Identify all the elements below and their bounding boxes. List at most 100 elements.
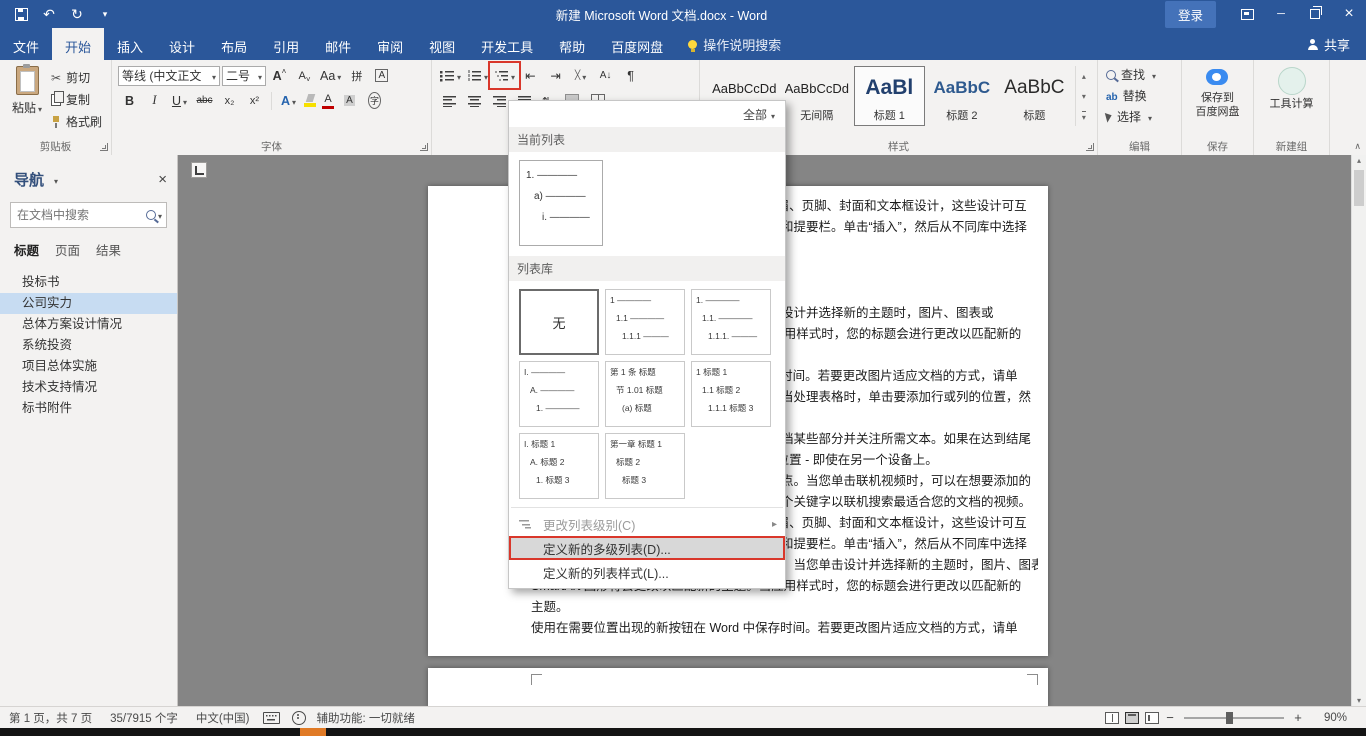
scroll-up-icon[interactable] (1352, 156, 1366, 165)
tab-layout[interactable]: 布局 (208, 28, 260, 60)
strikethrough-button[interactable] (193, 90, 216, 111)
paste-button[interactable]: 粘贴 (3, 63, 51, 131)
tab-file[interactable]: 文件 (0, 28, 52, 60)
tab-design[interactable]: 设计 (156, 28, 208, 60)
share-button[interactable]: 共享 (1307, 28, 1366, 60)
character-border-button[interactable] (370, 65, 393, 86)
zoom-slider-thumb[interactable] (1226, 711, 1233, 724)
cut-button[interactable]: 剪切 (51, 68, 102, 87)
nav-tab-pages[interactable]: 页面 (55, 240, 80, 259)
numbering-button[interactable] (465, 65, 490, 86)
tool-calculate-button[interactable]: 工具计算 (1257, 63, 1326, 111)
font-family-combo[interactable]: 等线 (中文正文 (118, 65, 220, 86)
list-style-option[interactable]: I. 标题 1 A. 标题 2 1. 标题 3 (519, 433, 599, 499)
style-heading-1[interactable]: AaBl 标题 1 (854, 66, 925, 126)
web-layout-icon[interactable] (1145, 711, 1159, 724)
accessibility-status[interactable]: 辅助功能: 一切就绪 (308, 710, 424, 726)
tab-help[interactable]: 帮助 (546, 28, 598, 60)
tab-references[interactable]: 引用 (260, 28, 312, 60)
undo-icon[interactable] (36, 1, 62, 27)
decrease-indent-button[interactable] (519, 65, 542, 86)
navigation-close-icon[interactable] (158, 171, 167, 188)
subscript-button[interactable] (218, 90, 241, 111)
styles-more-icon[interactable] (1076, 106, 1092, 126)
align-left-button[interactable] (438, 90, 461, 111)
underline-button[interactable] (168, 90, 191, 111)
grow-font-button[interactable] (268, 65, 291, 86)
format-painter-button[interactable]: 格式刷 (51, 112, 102, 131)
nav-tab-headings[interactable]: 标题 (14, 240, 39, 259)
vertical-scrollbar[interactable] (1351, 155, 1366, 706)
italic-button[interactable] (143, 90, 166, 111)
zoom-out-icon[interactable] (1162, 710, 1178, 725)
define-new-list-style-item[interactable]: 定义新的列表样式(L)... (509, 560, 785, 584)
sort-button[interactable] (594, 65, 617, 86)
style-title[interactable]: AaBbC 标题 (999, 66, 1070, 126)
sign-in-button[interactable]: 登录 (1164, 0, 1216, 28)
asian-layout-button[interactable] (569, 65, 592, 86)
find-button[interactable]: 查找 (1101, 65, 1178, 84)
enclose-characters-button[interactable] (363, 90, 386, 111)
restore-button[interactable] (1298, 0, 1332, 28)
list-style-option[interactable]: 1 ———— 1.1 ———— 1.1.1 ——— (605, 289, 685, 355)
tab-home[interactable]: 开始 (52, 28, 105, 60)
tab-insert[interactable]: 插入 (104, 28, 156, 60)
style-no-spacing[interactable]: AaBbCcDd 无间隔 (782, 66, 853, 126)
ribbon-display-options-icon[interactable] (1230, 0, 1264, 28)
scroll-down-icon[interactable] (1352, 696, 1366, 705)
page-indicator[interactable]: 第 1 页，共 7 页 (0, 710, 101, 726)
search-input[interactable] (11, 208, 146, 222)
print-layout-icon[interactable] (1125, 711, 1139, 724)
character-shading-button[interactable] (338, 90, 361, 111)
list-style-option[interactable]: 1. ———— 1.1. ———— 1.1.1. ——— (691, 289, 771, 355)
navigation-menu-arrow-icon[interactable] (54, 171, 58, 189)
text-effects-button[interactable] (277, 90, 300, 111)
list-style-none[interactable]: 无 (519, 289, 599, 355)
shrink-font-button[interactable] (293, 65, 316, 86)
nav-tab-results[interactable]: 结果 (96, 240, 121, 259)
tab-review[interactable]: 审阅 (364, 28, 416, 60)
search-icon[interactable] (145, 210, 156, 220)
word-count[interactable]: 35/7915 个字 (101, 710, 187, 726)
nav-heading-item[interactable]: 投标书 (0, 272, 177, 293)
scrollbar-thumb[interactable] (1354, 170, 1364, 206)
read-mode-icon[interactable] (1105, 711, 1119, 724)
nav-heading-item-selected[interactable]: 公司实力 (0, 293, 177, 314)
superscript-button[interactable] (243, 90, 266, 111)
nav-heading-item[interactable]: 项目总体实施 (0, 356, 177, 377)
nav-heading-item[interactable]: 系统投资 (0, 335, 177, 356)
close-button[interactable] (1332, 0, 1366, 28)
list-filter-dropdown[interactable]: 全部 (509, 101, 785, 125)
styles-scroll-down-icon[interactable] (1076, 86, 1092, 106)
language-indicator[interactable]: 中文(中国) (187, 710, 259, 726)
list-style-option[interactable]: I. ———— A. ———— 1. ———— (519, 361, 599, 427)
zoom-level[interactable]: 90% (1306, 712, 1356, 724)
tab-developer[interactable]: 开发工具 (468, 28, 546, 60)
tell-me-search[interactable]: 操作说明搜索 (676, 28, 793, 60)
style-heading-2[interactable]: AaBbC 标题 2 (927, 66, 998, 126)
keyboard-icon[interactable] (262, 711, 280, 724)
multilevel-list-button[interactable] (488, 61, 522, 90)
change-case-button[interactable] (318, 65, 343, 86)
minimize-button[interactable] (1264, 0, 1298, 28)
zoom-in-icon[interactable] (1290, 710, 1306, 725)
copy-button[interactable]: 复制 (51, 90, 102, 109)
nav-heading-item[interactable]: 技术支持情况 (0, 377, 177, 398)
document-next-page[interactable] (428, 668, 1048, 706)
bullets-button[interactable] (438, 65, 463, 86)
replace-button[interactable]: 替换 (1101, 86, 1178, 105)
select-button[interactable]: 选择 (1101, 107, 1178, 126)
clipboard-dialog-launcher-icon[interactable] (100, 143, 108, 151)
nav-heading-item[interactable]: 总体方案设计情况 (0, 314, 177, 335)
document-search-box[interactable] (10, 202, 167, 228)
list-style-option[interactable]: 1 标题 1 1.1 标题 2 1.1.1 标题 3 (691, 361, 771, 427)
increase-indent-button[interactable] (544, 65, 567, 86)
current-list-preview[interactable]: 1. ———— a) ———— i. ———— (519, 160, 603, 246)
collapse-ribbon-icon[interactable] (1354, 141, 1361, 152)
tab-stop-selector[interactable] (191, 162, 207, 178)
font-dialog-launcher-icon[interactable] (420, 143, 428, 151)
save-icon[interactable] (8, 1, 34, 27)
phonetic-guide-button[interactable] (345, 65, 368, 86)
font-size-combo[interactable]: 二号 (222, 65, 266, 86)
taskbar-app-indicator[interactable] (300, 728, 326, 736)
